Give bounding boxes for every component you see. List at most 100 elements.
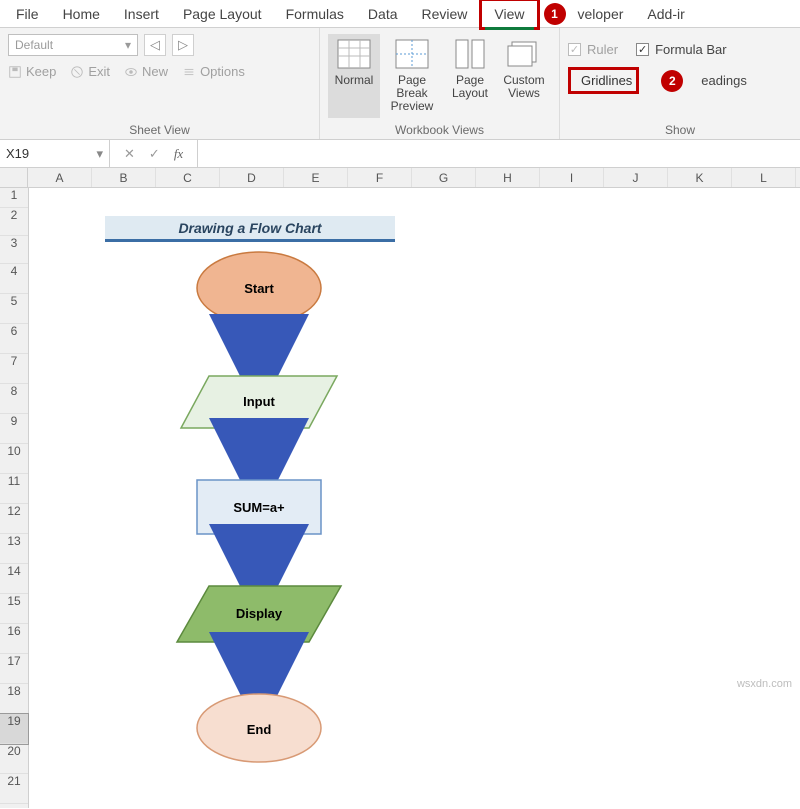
row-header[interactable]: 2 xyxy=(0,208,28,236)
page-break-preview-button[interactable]: Page Break Preview xyxy=(382,34,442,118)
group-workbook-views: Normal Page Break Preview Page Layout Cu… xyxy=(320,28,560,139)
row-header[interactable]: 18 xyxy=(0,684,28,714)
tab-page-layout[interactable]: Page Layout xyxy=(171,1,274,27)
triangle-left-icon: ◁ xyxy=(150,37,160,53)
gridlines-checkbox[interactable]: Gridlines xyxy=(568,67,639,94)
row-header[interactable]: 16 xyxy=(0,624,28,654)
col-header[interactable]: C xyxy=(156,168,220,187)
options-button: Options xyxy=(182,64,245,79)
row-header[interactable]: 19 xyxy=(0,714,28,744)
col-header[interactable]: E xyxy=(284,168,348,187)
eye-icon xyxy=(124,65,138,79)
tab-review[interactable]: Review xyxy=(410,1,480,27)
group-sheet-view: Default ▾ ◁ ▷ Keep Exit xyxy=(0,28,320,139)
row-header[interactable]: 7 xyxy=(0,354,28,384)
save-icon xyxy=(8,65,22,79)
tab-view[interactable]: View xyxy=(479,0,539,30)
callout-1: 1 xyxy=(544,3,566,25)
spreadsheet-grid: A B C D E F G H I J K L 1 2 3 4 5 6 7 8 … xyxy=(0,168,800,808)
tab-addins[interactable]: Add-ir xyxy=(635,1,696,27)
tab-formulas[interactable]: Formulas xyxy=(274,1,356,27)
gridlines-label: Gridlines xyxy=(581,73,632,88)
new-button: New xyxy=(124,64,168,79)
options-label: Options xyxy=(200,64,245,79)
row-header[interactable]: 1 xyxy=(0,188,28,208)
flowchart-svg: Start Input SUM=a+ Display End xyxy=(99,248,419,808)
column-headers: A B C D E F G H I J K L xyxy=(0,168,800,188)
custom-views-button[interactable]: Custom Views xyxy=(498,34,550,118)
col-header[interactable]: I xyxy=(540,168,604,187)
ribbon-tab-strip: File Home Insert Page Layout Formulas Da… xyxy=(0,0,800,28)
col-header[interactable]: G xyxy=(412,168,476,187)
row-header[interactable]: 17 xyxy=(0,654,28,684)
row-header[interactable]: 21 xyxy=(0,774,28,804)
col-header[interactable]: D xyxy=(220,168,284,187)
options-icon xyxy=(182,65,196,79)
row-header[interactable]: 10 xyxy=(0,444,28,474)
sheet-canvas[interactable]: Drawing a Flow Chart Start Input SUM=a xyxy=(29,188,800,808)
tab-file[interactable]: File xyxy=(4,1,51,27)
exit-button: Exit xyxy=(70,64,110,79)
checkbox-icon: ✓ xyxy=(568,43,581,56)
col-header[interactable]: L xyxy=(732,168,796,187)
new-label: New xyxy=(142,64,168,79)
col-header[interactable]: K xyxy=(668,168,732,187)
ruler-checkbox: ✓ Ruler xyxy=(568,42,618,57)
callout-2: 2 xyxy=(661,70,683,92)
tab-view-label: View xyxy=(494,6,524,22)
row-header[interactable]: 8 xyxy=(0,384,28,414)
headings-checkbox[interactable]: eadings xyxy=(701,73,747,88)
end-label: End xyxy=(247,722,272,737)
flowchart-title: Drawing a Flow Chart xyxy=(105,216,395,242)
normal-view-button[interactable]: Normal xyxy=(328,34,380,118)
row-header[interactable]: 3 xyxy=(0,236,28,264)
group-label-show: Show xyxy=(568,119,792,137)
row-header[interactable]: 9 xyxy=(0,414,28,444)
page-break-icon xyxy=(394,38,430,70)
sheet-view-combo[interactable]: Default ▾ xyxy=(8,34,138,56)
ribbon-body: Default ▾ ◁ ▷ Keep Exit xyxy=(0,28,800,140)
row-header[interactable]: 13 xyxy=(0,534,28,564)
group-label-workbook-views: Workbook Views xyxy=(328,119,551,137)
fx-icon[interactable]: fx xyxy=(174,146,183,162)
row-header[interactable]: 5 xyxy=(0,294,28,324)
col-header[interactable]: A xyxy=(28,168,92,187)
row-header[interactable]: 14 xyxy=(0,564,28,594)
headings-label: eadings xyxy=(701,73,747,88)
checkbox-icon: ✓ xyxy=(636,43,649,56)
col-header[interactable]: J xyxy=(604,168,668,187)
row-header[interactable]: 6 xyxy=(0,324,28,354)
name-box-value: X19 xyxy=(6,146,29,161)
row-header[interactable]: 12 xyxy=(0,504,28,534)
row-headers: 1 2 3 4 5 6 7 8 9 10 11 12 13 14 15 16 1… xyxy=(0,188,29,808)
sheet-view-combo-value: Default xyxy=(15,38,53,52)
sheet-view-next-button[interactable]: ▷ xyxy=(172,34,194,56)
group-show: ✓ Ruler ✓ Formula Bar Gridlines 2 eading… xyxy=(560,28,800,139)
tab-insert[interactable]: Insert xyxy=(112,1,171,27)
keep-button: Keep xyxy=(8,64,56,79)
exit-icon xyxy=(70,65,84,79)
row-header[interactable]: 15 xyxy=(0,594,28,624)
normal-view-icon xyxy=(336,38,372,70)
start-label: Start xyxy=(244,281,274,296)
page-layout-button[interactable]: Page Layout xyxy=(444,34,496,118)
row-header[interactable]: 20 xyxy=(0,744,28,774)
name-box[interactable]: X19 ▾ xyxy=(0,140,110,167)
enter-icon: ✓ xyxy=(149,146,160,162)
col-header[interactable]: H xyxy=(476,168,540,187)
formula-bar-checkbox[interactable]: ✓ Formula Bar xyxy=(636,42,727,57)
tab-developer[interactable]: veloper xyxy=(566,1,636,27)
col-header[interactable]: B xyxy=(92,168,156,187)
custom-views-label: Custom Views xyxy=(500,74,548,100)
page-layout-label: Page Layout xyxy=(446,74,494,100)
chevron-down-icon: ▾ xyxy=(125,38,131,52)
display-label: Display xyxy=(236,606,283,621)
col-header[interactable]: F xyxy=(348,168,412,187)
triangle-right-icon: ▷ xyxy=(178,37,188,53)
tab-data[interactable]: Data xyxy=(356,1,410,27)
row-header[interactable]: 4 xyxy=(0,264,28,294)
sheet-view-prev-button[interactable]: ◁ xyxy=(144,34,166,56)
select-all-corner[interactable] xyxy=(0,168,28,187)
tab-home[interactable]: Home xyxy=(51,1,112,27)
row-header[interactable]: 11 xyxy=(0,474,28,504)
